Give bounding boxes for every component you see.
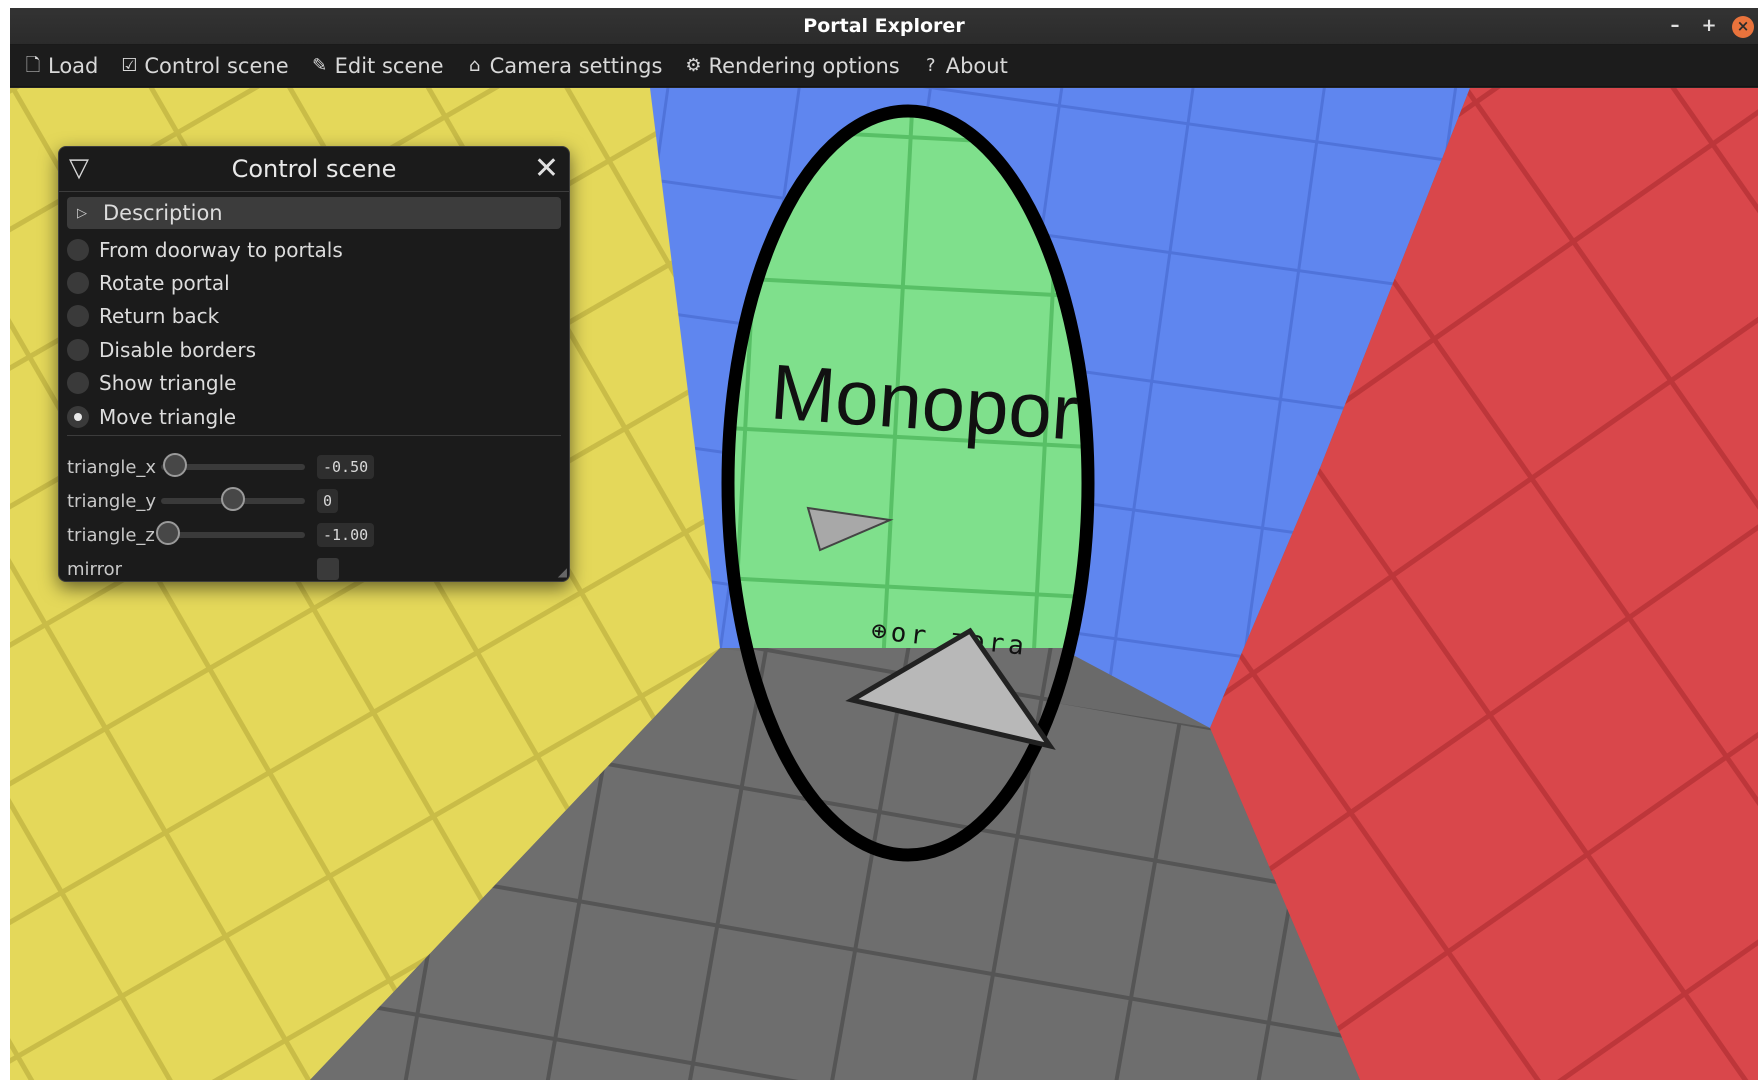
radio-label: Disable borders [99,337,256,362]
radio-label: Move triangle [99,404,237,429]
slider-triangle-x: triangle_x -0.50 [67,452,375,482]
menu-rendering-options-label: Rendering options [708,53,900,78]
radio-button[interactable] [67,372,89,395]
description-label: Description [103,201,223,225]
menu-control-scene-label: Control scene [144,53,289,78]
title-bar[interactable]: Portal Explorer – + × [10,8,1758,45]
slider-handle[interactable] [221,487,245,511]
close-window-icon[interactable]: × [1732,16,1754,38]
window-title: Portal Explorer [803,15,965,37]
slider-value-input[interactable]: -0.50 [317,455,375,479]
radio-label: From doorway to portals [99,237,343,262]
slider-label: triangle_x [67,456,157,478]
file-icon: 🗋 [25,54,41,76]
description-collapsible[interactable]: ▷ Description [67,197,561,229]
slider-track[interactable] [161,453,305,477]
slider-handle[interactable] [156,521,181,545]
checkbox-icon: ☑ [121,54,138,76]
menu-about[interactable]: ? About [920,54,1008,78]
menu-load[interactable]: 🗋 Load [22,53,99,78]
menu-camera-settings-label: Camera settings [489,53,663,78]
slider-triangle-y: triangle_y 0 [67,486,339,516]
radio-label: Return back [99,304,220,329]
radio-move-triangle[interactable]: Move triangle [67,400,343,433]
menu-rendering-options[interactable]: ⚙ Rendering options [682,54,899,78]
slider-triangle-z: triangle_z -1.00 [67,520,375,550]
radio-button[interactable] [67,305,89,328]
radio-label: Rotate portal [99,271,230,296]
gear-icon: ⚙ [685,54,702,76]
slider-track[interactable] [156,521,305,545]
radio-label: Show triangle [99,371,237,396]
app-window: Portal Explorer – + × 🗋 Load ☑ Control s… [10,8,1758,1080]
menu-edit-scene[interactable]: ✎ Edit scene [309,54,444,78]
mirror-label: mirror [67,558,123,580]
panel-header[interactable]: ▽ Control scene ✕ [59,147,569,192]
question-icon: ? [925,54,936,76]
radio-button[interactable] [67,238,89,261]
radio-button-selected[interactable] [67,405,89,428]
menu-control-scene[interactable]: ☑ Control scene [118,54,288,78]
menu-load-label: Load [48,53,99,78]
slider-track[interactable] [161,487,305,511]
minimize-icon[interactable]: – [1664,16,1686,38]
slider-value-input[interactable]: -1.00 [317,523,375,547]
slider-label: triangle_y [67,490,157,512]
resize-grip-icon[interactable]: ◢ [558,565,567,579]
control-scene-panel: ▽ Control scene ✕ ▷ Description From doo… [58,146,570,582]
maximize-icon[interactable]: + [1698,16,1720,38]
mirror-checkbox[interactable] [317,558,339,580]
mirror-row: mirror [67,554,339,584]
menu-edit-scene-label: Edit scene [334,53,444,78]
expand-arrow-icon: ▷ [77,205,87,221]
close-icon[interactable]: ✕ [534,151,559,186]
radio-button[interactable] [67,272,89,295]
radio-button[interactable] [67,338,89,361]
radio-from-doorway[interactable]: From doorway to portals [67,233,343,266]
panel-title: Control scene [231,155,397,183]
radio-disable-borders[interactable]: Disable borders [67,333,343,366]
menu-about-label: About [945,53,1008,78]
slider-label: triangle_z [67,524,155,546]
menu-camera-settings[interactable]: ⌂ Camera settings [464,54,663,78]
menu-bar: 🗋 Load ☑ Control scene ✎ Edit scene ⌂ Ca… [10,45,1758,87]
radio-rotate-portal[interactable]: Rotate portal [67,266,343,299]
radio-show-triangle[interactable]: Show triangle [67,367,343,400]
slider-handle[interactable] [163,453,188,477]
scenario-radio-group: From doorway to portals Rotate portal Re… [67,233,343,433]
divider [67,435,561,436]
slider-value-input[interactable]: 0 [317,489,339,513]
camera-icon: ⌂ [468,54,481,76]
scene-viewport[interactable]: Monopor ⊕or zora ▽ Control scene ✕ ▷ Des… [10,88,1758,1080]
pencil-icon: ✎ [312,54,328,76]
radio-return-back[interactable]: Return back [67,300,343,333]
